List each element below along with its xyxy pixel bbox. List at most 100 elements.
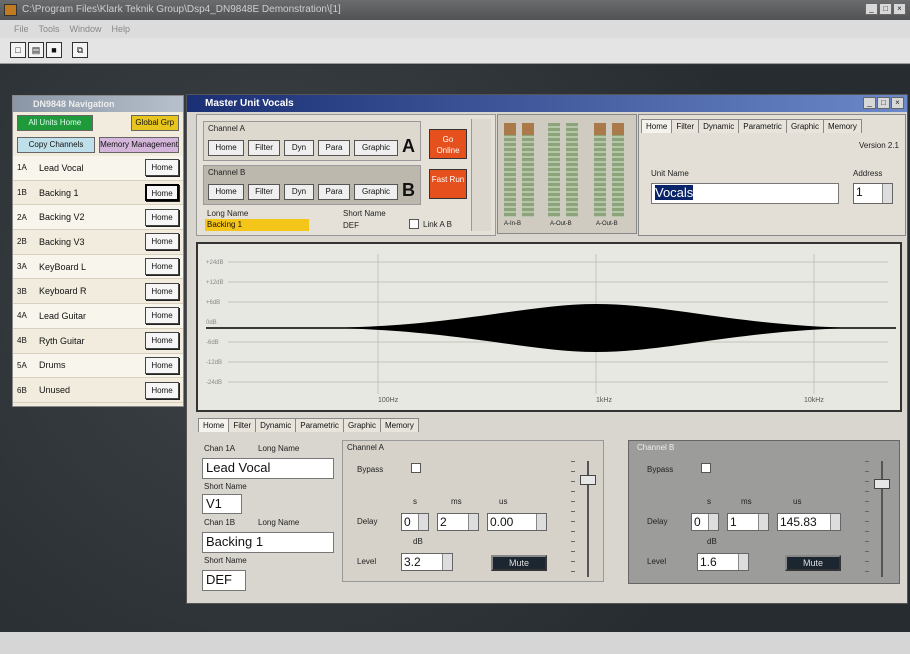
channel-a-bypass-checkbox[interactable] [411, 463, 421, 473]
klark-logo [471, 119, 491, 231]
channel-a-group: Channel A Home Filter Dyn Para Graphic A [203, 121, 421, 161]
master-close-button[interactable]: × [891, 97, 904, 109]
lower-tab-dynamic[interactable]: Dynamic [255, 418, 297, 432]
menu-help[interactable]: Help [112, 20, 131, 38]
tab-dynamic[interactable]: Dynamic [698, 119, 740, 133]
save-icon[interactable]: ■ [46, 42, 62, 58]
channel-a-title: Channel A [347, 443, 384, 452]
channel-a-delay-s-spinner[interactable]: 0 [401, 513, 429, 531]
ch-a-filter-button[interactable]: Filter [248, 140, 280, 156]
nav-row[interactable]: 1A Lead Vocal Home [13, 156, 183, 181]
channel-a-fader[interactable] [580, 475, 596, 485]
tab-graphic[interactable]: Graphic [785, 119, 824, 133]
nav-row[interactable]: 2A Backing V2 Home [13, 205, 183, 231]
link-ab-checkbox[interactable] [409, 219, 419, 229]
menu-window[interactable]: Window [70, 20, 102, 38]
ch-b-filter-button[interactable]: Filter [248, 184, 280, 200]
y-tick-label: +12dB [206, 280, 224, 286]
channel-b-delay-ms-spinner[interactable]: 1 [727, 513, 769, 531]
nav-row[interactable]: 1B Backing 1 Home [13, 181, 183, 206]
master-minimize-button[interactable]: _ [863, 97, 876, 109]
channel-b-mute-button[interactable]: Mute [785, 555, 841, 571]
nav-row[interactable]: 4B Ryth Guitar Home [13, 329, 183, 354]
address-spinner[interactable]: 1 [853, 183, 893, 204]
ch-a-dyn-button[interactable]: Dyn [284, 140, 314, 156]
lower-tab-memory[interactable]: Memory [379, 418, 419, 432]
channel-a-delay-us-spinner[interactable]: 0.00 [487, 513, 547, 531]
channel-name: Backing V2 [39, 212, 85, 223]
go-online-button[interactable]: Go Online [429, 129, 467, 159]
nav-row[interactable]: 2B Backing V3 Home [13, 230, 183, 255]
ch-b-para-button[interactable]: Para [318, 184, 350, 200]
channel-b-bypass-checkbox[interactable] [701, 463, 711, 473]
channel-a-level-spinner[interactable]: 3.2 [401, 553, 453, 571]
link-ab-label: Link A B [423, 220, 452, 229]
ch-b-graphic-button[interactable]: Graphic [354, 184, 398, 200]
chan-1b-long-name-input[interactable]: Backing 1 [202, 532, 334, 553]
lower-tab-parametric[interactable]: Parametric [295, 418, 344, 432]
channel-id: 1B [17, 188, 27, 198]
minimize-button[interactable]: _ [865, 3, 878, 15]
home-button[interactable]: Home [145, 159, 179, 177]
fast-run-button[interactable]: Fast Run [429, 169, 467, 199]
menu-file[interactable]: File [14, 20, 29, 38]
channel-name: KeyBoard L [39, 261, 87, 272]
app-icon [4, 4, 17, 16]
channel-b-level-spinner[interactable]: 1.6 [697, 553, 749, 571]
home-button[interactable]: Home [145, 258, 179, 276]
all-units-home-button[interactable]: All Units Home [17, 115, 93, 131]
nav-row[interactable]: 3A KeyBoard L Home [13, 254, 183, 280]
nav-row[interactable]: 5A Drums Home [13, 353, 183, 379]
home-button[interactable]: Home [145, 282, 179, 300]
home-button[interactable]: Home [145, 332, 179, 350]
channel-a-mute-button[interactable]: Mute [491, 555, 547, 571]
memory-management-button[interactable]: Memory Management [99, 137, 179, 153]
tab-parametric[interactable]: Parametric [738, 119, 787, 133]
channel-b-delay-us-spinner[interactable]: 145.83 [777, 513, 841, 531]
y-tick-label: +24dB [206, 260, 224, 266]
window-icon[interactable]: ⧉ [72, 42, 88, 58]
home-button[interactable]: Home [145, 184, 179, 202]
tab-filter[interactable]: Filter [671, 119, 700, 133]
tab-memory[interactable]: Memory [822, 119, 862, 133]
home-button[interactable]: Home [145, 307, 179, 325]
close-button[interactable]: × [893, 3, 906, 15]
ch-b-home-button[interactable]: Home [208, 184, 244, 200]
home-button[interactable]: Home [145, 381, 179, 399]
chan-1a-long-name-input[interactable]: Lead Vocal [202, 458, 334, 479]
new-file-icon[interactable]: □ [10, 42, 26, 58]
lower-tab-graphic[interactable]: Graphic [342, 418, 381, 432]
nav-row[interactable]: 4A Lead Guitar Home [13, 304, 183, 329]
meter-head [594, 123, 606, 135]
global-group-button[interactable]: Global Grp [130, 115, 179, 131]
lower-tab-home[interactable]: Home [198, 418, 230, 432]
ch-a-graphic-button[interactable]: Graphic [354, 140, 398, 156]
long-name-field[interactable]: Backing 1 [205, 219, 309, 231]
ch-a-para-button[interactable]: Para [318, 140, 350, 156]
tab-home[interactable]: Home [641, 119, 673, 133]
chan-1a-short-name-input[interactable]: V1 [202, 494, 242, 514]
home-button[interactable]: Home [145, 233, 179, 251]
unit-name-input[interactable]: Vocals [651, 183, 839, 204]
channel-name: Backing V3 [39, 236, 85, 247]
channel-b-delay-s-spinner[interactable]: 0 [691, 513, 719, 531]
home-button[interactable]: Home [145, 208, 179, 226]
ch-b-dyn-button[interactable]: Dyn [284, 184, 314, 200]
lower-tab-filter[interactable]: Filter [228, 418, 257, 432]
level-meters: A-In-B A-Out-B A-Out-B [497, 114, 637, 234]
copy-channels-button[interactable]: Copy Channels [17, 137, 96, 153]
nav-row[interactable]: 6B Unused Home [13, 378, 183, 403]
channel-a-delay-ms-spinner[interactable]: 2 [437, 513, 479, 531]
home-button[interactable]: Home [145, 356, 179, 374]
open-folder-icon[interactable]: ▤ [28, 42, 44, 58]
channel-a-label: Channel A [208, 124, 245, 133]
channel-b-fader[interactable] [874, 479, 890, 489]
nav-row[interactable]: 3B Keyboard R Home [13, 279, 183, 305]
ch-a-home-button[interactable]: Home [208, 140, 244, 156]
chan-1b-short-name-input[interactable]: DEF [202, 570, 246, 591]
menu-tools[interactable]: Tools [39, 20, 60, 38]
master-window-title: Master Unit Vocals [187, 95, 907, 112]
master-maximize-button[interactable]: □ [877, 97, 890, 109]
app-window-controls: _ □ × [865, 3, 906, 15]
maximize-button[interactable]: □ [879, 3, 892, 15]
